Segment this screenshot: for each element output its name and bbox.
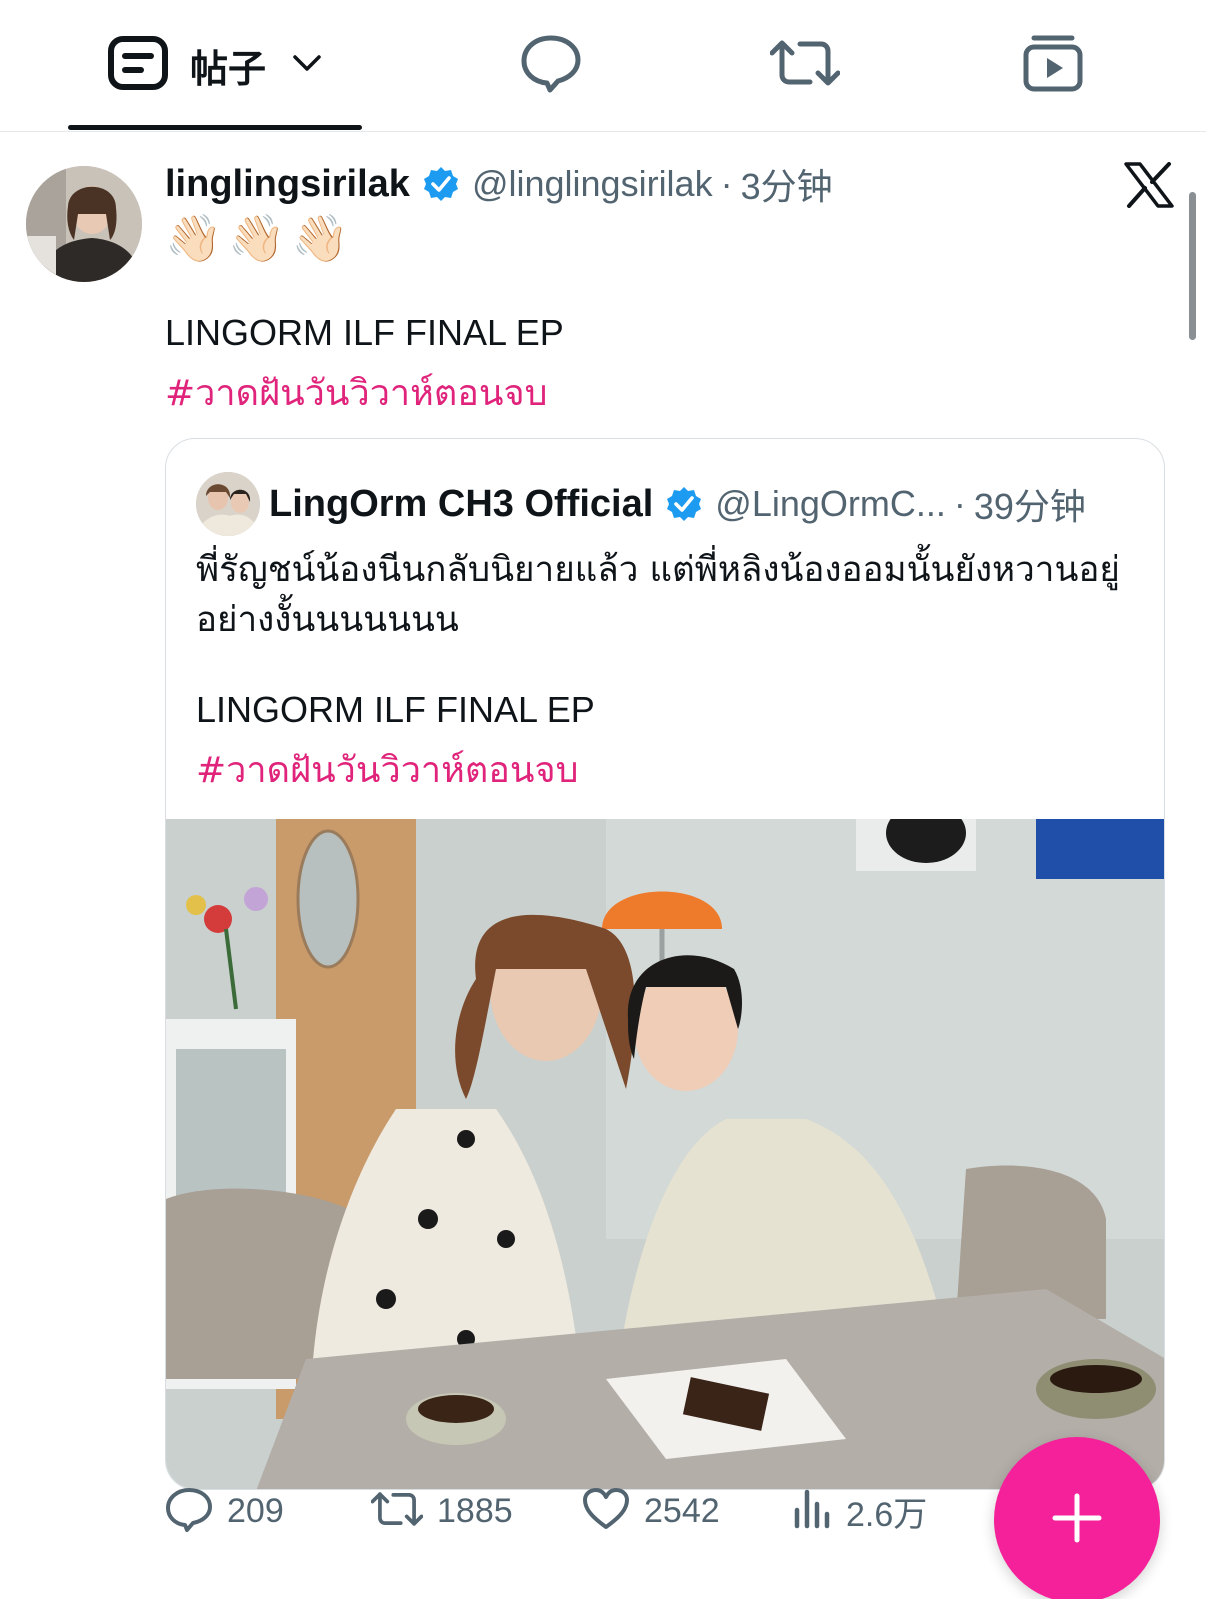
reply-icon [165, 1486, 213, 1537]
post-action-bar: 209 1885 2542 2.6万 [165, 1480, 965, 1542]
avatar[interactable] [26, 166, 142, 282]
waving-hand-emoji: 👋🏻 [291, 211, 349, 265]
repost-button[interactable]: 1885 [370, 1480, 513, 1542]
quoted-post-time[interactable]: 39分钟 [974, 478, 1086, 530]
post-hashtag-link[interactable]: #วาดฝันวันวิวาห์ตอนจบ [165, 364, 547, 421]
reply-count: 209 [227, 1491, 284, 1530]
verified-badge-icon [422, 165, 460, 203]
tab-posts-label: 帖子 [190, 46, 267, 91]
separator-dot: · [953, 483, 966, 524]
views-button[interactable]: 2.6万 [792, 1480, 927, 1542]
like-count: 2542 [644, 1491, 720, 1530]
quoted-avatar[interactable] [196, 472, 260, 536]
x-logo-icon [1124, 162, 1174, 213]
quoted-post-hashtag-link[interactable]: #วาดฝันวันวิวาห์ตอนจบ [196, 741, 578, 798]
repost-icon [769, 35, 841, 96]
scrollbar[interactable] [1189, 192, 1196, 340]
views-chart-icon [792, 1488, 832, 1535]
waving-hand-emoji: 👋🏻 [228, 211, 286, 265]
post-header: linglingsirilak @linglingsirilak · 3分钟 [165, 160, 833, 208]
tab-reposts[interactable] [769, 30, 841, 100]
heart-icon [582, 1487, 630, 1536]
post-icon [108, 35, 168, 95]
media-icon [1022, 33, 1084, 98]
tab-media[interactable] [1022, 30, 1084, 100]
emoji-row: 👋🏻 👋🏻 👋🏻 [165, 210, 349, 266]
quoted-author-name[interactable]: LingOrm CH3 Official [269, 483, 653, 526]
reply-icon [520, 33, 582, 98]
waving-hand-emoji: 👋🏻 [165, 211, 223, 265]
chevron-down-icon[interactable] [292, 53, 322, 78]
profile-tab-bar: 帖子 [0, 0, 1206, 132]
post-text: LINGORM ILF FINAL EP [165, 312, 564, 353]
separator-dot: · [720, 163, 733, 204]
tab-replies[interactable] [520, 30, 582, 100]
post-time[interactable]: 3分钟 [741, 158, 833, 210]
views-count: 2.6万 [846, 1495, 928, 1534]
verified-badge-icon [665, 485, 703, 523]
quoted-post-header: LingOrm CH3 Official @LingOrmC... · 39分钟 [269, 479, 1086, 529]
tab-posts[interactable]: 帖子 [108, 30, 322, 100]
quoted-post-text-thai: พี่รัญชน์น้องนีนกลับนิยายแล้ว แต่พี่หลิง… [196, 550, 1120, 640]
plus-icon [1051, 1492, 1103, 1549]
quoted-author-handle[interactable]: @LingOrmC... [715, 483, 946, 525]
author-name[interactable]: linglingsirilak [165, 163, 410, 206]
reply-button[interactable]: 209 [165, 1480, 284, 1542]
active-tab-indicator [68, 125, 362, 130]
quoted-post-text: LINGORM ILF FINAL EP [196, 689, 595, 730]
quoted-post-photo[interactable] [166, 803, 1164, 1489]
like-button[interactable]: 2542 [582, 1480, 720, 1542]
author-handle[interactable]: @linglingsirilak [472, 163, 713, 205]
quoted-post-card[interactable]: LingOrm CH3 Official @LingOrmC... · 39分钟… [165, 438, 1165, 1490]
repost-count: 1885 [437, 1491, 513, 1530]
repost-icon [370, 1488, 424, 1535]
compose-post-button[interactable] [994, 1437, 1160, 1599]
